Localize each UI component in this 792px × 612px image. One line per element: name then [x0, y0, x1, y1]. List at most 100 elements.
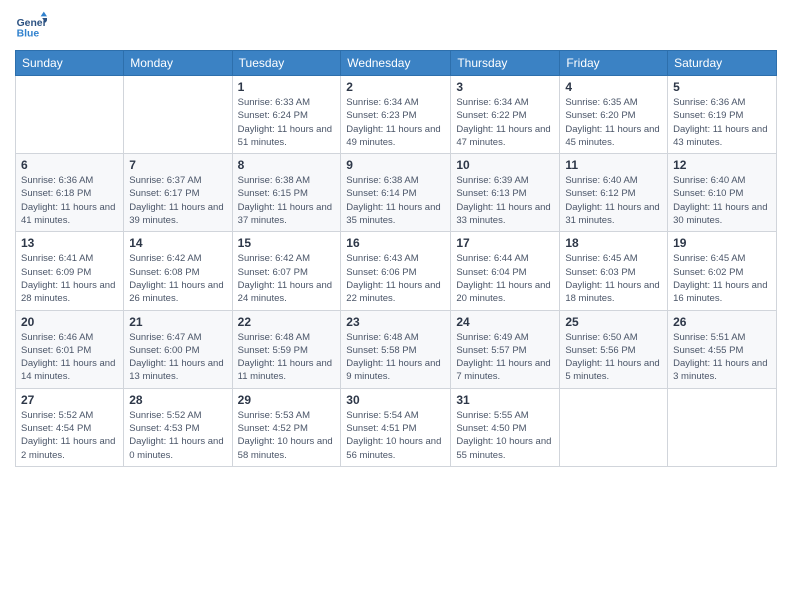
day-info: Sunrise: 6:44 AM Sunset: 6:04 PM Dayligh… [456, 252, 554, 305]
calendar-cell: 12Sunrise: 6:40 AM Sunset: 6:10 PM Dayli… [668, 154, 777, 232]
day-info: Sunrise: 6:39 AM Sunset: 6:13 PM Dayligh… [456, 174, 554, 227]
day-info: Sunrise: 6:38 AM Sunset: 6:15 PM Dayligh… [238, 174, 336, 227]
calendar-week-4: 20 Sunrise: 6:46 AM Sunset: 6:01 PM Dayli… [16, 310, 777, 388]
calendar-cell: 26 Sunrise: 5:51 AM Sunset: 4:55 PM Dayli… [668, 310, 777, 388]
calendar-body: 1 Sunrise: 6:33 AM Sunset: 6:24 PM Daylig… [16, 76, 777, 467]
day-number: 23 [346, 315, 445, 329]
svg-text:General: General [17, 18, 47, 29]
calendar-cell: 31Sunrise: 5:55 AM Sunset: 4:50 PM Dayli… [451, 388, 560, 466]
calendar-cell: 28 Sunrise: 5:52 AM Sunset: 4:53 PM Dayli… [124, 388, 232, 466]
header: General Blue [15, 10, 777, 42]
day-info: Sunrise: 5:53 AM Sunset: 4:52 PM Dayligh… [238, 409, 336, 462]
day-number: 8 [238, 158, 336, 172]
day-info: Sunrise: 6:46 AM Sunset: 6:01 PM Dayligh… [21, 331, 118, 384]
day-info: Sunrise: 6:43 AM Sunset: 6:06 PM Dayligh… [346, 252, 445, 305]
calendar-cell [124, 76, 232, 154]
calendar-cell: 5 Sunrise: 6:36 AM Sunset: 6:19 PM Daylig… [668, 76, 777, 154]
calendar-header-saturday: Saturday [668, 51, 777, 76]
day-number: 1 [238, 80, 336, 94]
calendar-cell: 6Sunrise: 6:36 AM Sunset: 6:18 PM Daylig… [16, 154, 124, 232]
calendar-cell [560, 388, 668, 466]
day-info: Sunrise: 5:54 AM Sunset: 4:51 PM Dayligh… [346, 409, 445, 462]
day-info: Sunrise: 6:37 AM Sunset: 6:17 PM Dayligh… [129, 174, 226, 227]
calendar-week-3: 13Sunrise: 6:41 AM Sunset: 6:09 PM Dayli… [16, 232, 777, 310]
calendar-cell: 27 Sunrise: 5:52 AM Sunset: 4:54 PM Dayli… [16, 388, 124, 466]
calendar-cell: 8 Sunrise: 6:38 AM Sunset: 6:15 PM Daylig… [232, 154, 341, 232]
calendar-cell: 17 Sunrise: 6:44 AM Sunset: 6:04 PM Dayli… [451, 232, 560, 310]
day-number: 22 [238, 315, 336, 329]
day-info: Sunrise: 5:51 AM Sunset: 4:55 PM Dayligh… [673, 331, 771, 384]
calendar: SundayMondayTuesdayWednesdayThursdayFrid… [15, 50, 777, 467]
calendar-cell: 18Sunrise: 6:45 AM Sunset: 6:03 PM Dayli… [560, 232, 668, 310]
day-number: 30 [346, 393, 445, 407]
day-number: 28 [129, 393, 226, 407]
day-info: Sunrise: 6:49 AM Sunset: 5:57 PM Dayligh… [456, 331, 554, 384]
day-number: 17 [456, 236, 554, 250]
calendar-header-row: SundayMondayTuesdayWednesdayThursdayFrid… [16, 51, 777, 76]
day-info: Sunrise: 6:40 AM Sunset: 6:12 PM Dayligh… [565, 174, 662, 227]
day-number: 27 [21, 393, 118, 407]
day-info: Sunrise: 5:52 AM Sunset: 4:54 PM Dayligh… [21, 409, 118, 462]
calendar-cell: 10 Sunrise: 6:39 AM Sunset: 6:13 PM Dayli… [451, 154, 560, 232]
calendar-header-friday: Friday [560, 51, 668, 76]
calendar-week-2: 6Sunrise: 6:36 AM Sunset: 6:18 PM Daylig… [16, 154, 777, 232]
day-info: Sunrise: 5:52 AM Sunset: 4:53 PM Dayligh… [129, 409, 226, 462]
svg-text:Blue: Blue [17, 28, 40, 39]
calendar-cell: 3Sunrise: 6:34 AM Sunset: 6:22 PM Daylig… [451, 76, 560, 154]
day-info: Sunrise: 6:38 AM Sunset: 6:14 PM Dayligh… [346, 174, 445, 227]
calendar-cell: 9 Sunrise: 6:38 AM Sunset: 6:14 PM Daylig… [341, 154, 451, 232]
calendar-cell: 4 Sunrise: 6:35 AM Sunset: 6:20 PM Daylig… [560, 76, 668, 154]
calendar-header-sunday: Sunday [16, 51, 124, 76]
day-info: Sunrise: 6:48 AM Sunset: 5:59 PM Dayligh… [238, 331, 336, 384]
day-info: Sunrise: 6:36 AM Sunset: 6:18 PM Dayligh… [21, 174, 118, 227]
calendar-cell [16, 76, 124, 154]
calendar-cell: 16 Sunrise: 6:43 AM Sunset: 6:06 PM Dayli… [341, 232, 451, 310]
day-number: 21 [129, 315, 226, 329]
day-number: 16 [346, 236, 445, 250]
day-number: 2 [346, 80, 445, 94]
day-info: Sunrise: 6:40 AM Sunset: 6:10 PM Dayligh… [673, 174, 771, 227]
day-info: Sunrise: 6:34 AM Sunset: 6:22 PM Dayligh… [456, 96, 554, 149]
calendar-header-monday: Monday [124, 51, 232, 76]
day-info: Sunrise: 6:45 AM Sunset: 6:02 PM Dayligh… [673, 252, 771, 305]
calendar-week-1: 1 Sunrise: 6:33 AM Sunset: 6:24 PM Daylig… [16, 76, 777, 154]
calendar-cell: 22 Sunrise: 6:48 AM Sunset: 5:59 PM Dayli… [232, 310, 341, 388]
day-info: Sunrise: 6:33 AM Sunset: 6:24 PM Dayligh… [238, 96, 336, 149]
day-info: Sunrise: 5:55 AM Sunset: 4:50 PM Dayligh… [456, 409, 554, 462]
calendar-cell: 11Sunrise: 6:40 AM Sunset: 6:12 PM Dayli… [560, 154, 668, 232]
day-number: 20 [21, 315, 118, 329]
calendar-cell: 23Sunrise: 6:48 AM Sunset: 5:58 PM Dayli… [341, 310, 451, 388]
calendar-cell: 30 Sunrise: 5:54 AM Sunset: 4:51 PM Dayli… [341, 388, 451, 466]
day-number: 10 [456, 158, 554, 172]
calendar-cell [668, 388, 777, 466]
day-info: Sunrise: 6:36 AM Sunset: 6:19 PM Dayligh… [673, 96, 771, 149]
day-number: 9 [346, 158, 445, 172]
calendar-cell: 15Sunrise: 6:42 AM Sunset: 6:07 PM Dayli… [232, 232, 341, 310]
calendar-cell: 24 Sunrise: 6:49 AM Sunset: 5:57 PM Dayli… [451, 310, 560, 388]
logo-icon: General Blue [15, 10, 47, 42]
page: General Blue SundayMondayTuesdayWednesda… [0, 0, 792, 612]
calendar-cell: 29Sunrise: 5:53 AM Sunset: 4:52 PM Dayli… [232, 388, 341, 466]
calendar-cell: 21 Sunrise: 6:47 AM Sunset: 6:00 PM Dayli… [124, 310, 232, 388]
day-number: 7 [129, 158, 226, 172]
day-number: 24 [456, 315, 554, 329]
calendar-header-wednesday: Wednesday [341, 51, 451, 76]
day-info: Sunrise: 6:42 AM Sunset: 6:08 PM Dayligh… [129, 252, 226, 305]
calendar-cell: 14 Sunrise: 6:42 AM Sunset: 6:08 PM Dayli… [124, 232, 232, 310]
day-number: 19 [673, 236, 771, 250]
day-number: 14 [129, 236, 226, 250]
day-number: 5 [673, 80, 771, 94]
calendar-week-5: 27 Sunrise: 5:52 AM Sunset: 4:54 PM Dayli… [16, 388, 777, 466]
day-info: Sunrise: 6:41 AM Sunset: 6:09 PM Dayligh… [21, 252, 118, 305]
day-info: Sunrise: 6:47 AM Sunset: 6:00 PM Dayligh… [129, 331, 226, 384]
day-info: Sunrise: 6:50 AM Sunset: 5:56 PM Dayligh… [565, 331, 662, 384]
day-number: 4 [565, 80, 662, 94]
calendar-cell: 20 Sunrise: 6:46 AM Sunset: 6:01 PM Dayli… [16, 310, 124, 388]
day-number: 26 [673, 315, 771, 329]
day-number: 15 [238, 236, 336, 250]
logo: General Blue [15, 10, 51, 42]
calendar-cell: 7 Sunrise: 6:37 AM Sunset: 6:17 PM Daylig… [124, 154, 232, 232]
calendar-cell: 19 Sunrise: 6:45 AM Sunset: 6:02 PM Dayli… [668, 232, 777, 310]
day-info: Sunrise: 6:35 AM Sunset: 6:20 PM Dayligh… [565, 96, 662, 149]
day-info: Sunrise: 6:34 AM Sunset: 6:23 PM Dayligh… [346, 96, 445, 149]
